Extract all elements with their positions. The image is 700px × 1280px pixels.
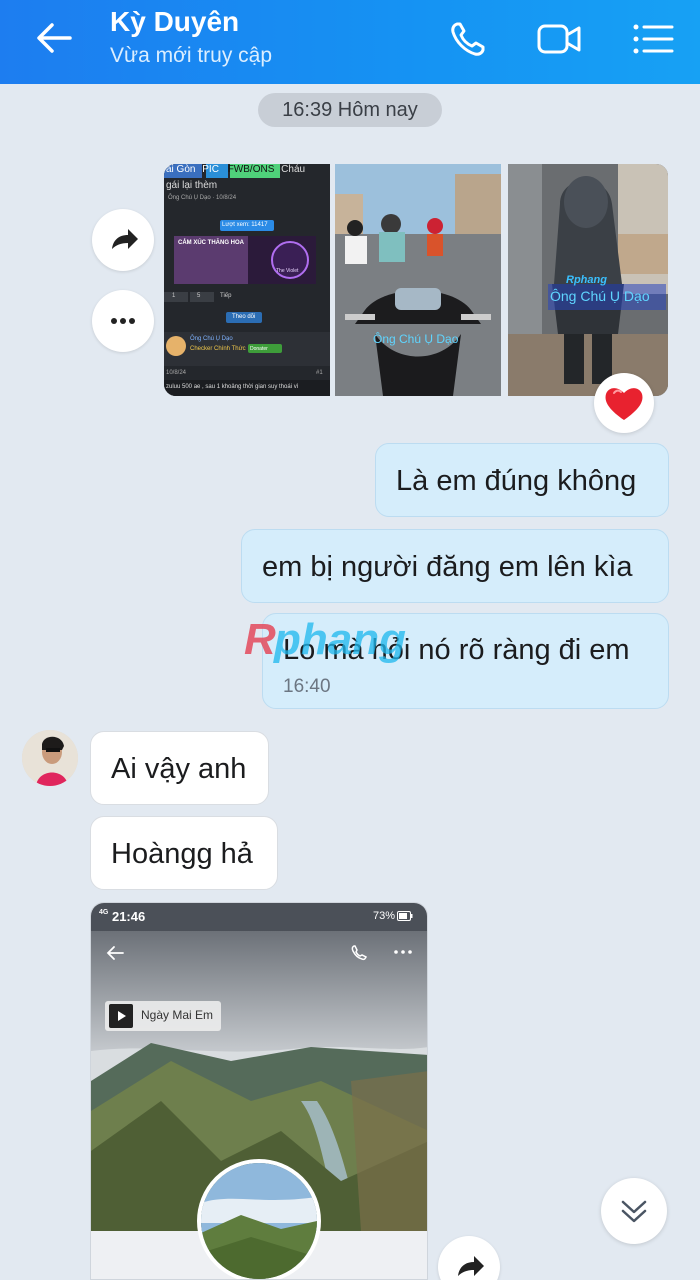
play-icon	[118, 1011, 126, 1021]
forum-page-1: 1	[172, 293, 176, 299]
forum-banner: CẢM XÚC THĂNG HOA	[178, 240, 244, 246]
chat-header: Kỳ Duyên Vừa mới truy cập	[0, 0, 700, 84]
photo3-watermark: Ông Chú Ụ Dạo	[550, 288, 650, 304]
battery-icon	[397, 911, 413, 921]
message-time: 16:40	[283, 676, 331, 697]
tag-4: Cháu	[281, 164, 306, 175]
music-thumbnail	[109, 1004, 133, 1028]
message-incoming[interactable]: Hoàngg hả	[90, 816, 278, 890]
avatar[interactable]	[22, 730, 78, 786]
phone-icon[interactable]	[446, 18, 492, 60]
share-icon	[458, 1256, 484, 1276]
photo-forum-screenshot[interactable]: ai Gòn PIC FWB/ONS Cháu gái lại thèm Ông…	[164, 164, 330, 396]
heart-icon	[605, 388, 643, 420]
forum-donate: Donater	[250, 346, 268, 352]
video-icon[interactable]	[536, 18, 582, 60]
forum-author: Ông Chú Ụ Dạo · 10/8/24	[168, 195, 237, 201]
forum-next: Tiếp	[220, 293, 232, 299]
rphang-watermark: R phang	[244, 610, 458, 666]
forum-snippet: zuluu 500 ae , sau 1 khoảng thời gian su…	[166, 384, 299, 390]
forum-page-5: 5	[197, 293, 201, 299]
svg-text:R: R	[244, 615, 276, 664]
music-label: Ngày Mai Em	[141, 1008, 214, 1022]
photo-hoodie[interactable]: Rphang Ông Chú Ụ Dạo	[508, 164, 668, 396]
forum-post-num: #1	[316, 370, 323, 376]
tag-3: FWB/ONS	[227, 164, 275, 175]
tag-2: PIC	[202, 164, 219, 175]
music-chip: Ngày Mai Em	[105, 1001, 221, 1031]
more-icon	[111, 318, 135, 324]
more-icon	[394, 950, 412, 954]
contact-name[interactable]: Kỳ Duyên	[110, 6, 239, 38]
back-arrow-icon	[106, 946, 124, 960]
message-incoming[interactable]: Ai vậy anh	[90, 731, 269, 805]
forum-badge: Checker Chính Thức	[190, 346, 246, 352]
message-outgoing[interactable]: em bị người đăng em lên kìa	[241, 529, 669, 603]
forward-button[interactable]	[92, 209, 154, 271]
more-options-button[interactable]	[92, 290, 154, 352]
back-arrow-icon[interactable]	[30, 16, 78, 60]
forward-button[interactable]	[438, 1236, 500, 1280]
forum-banner-brand: The Violet	[276, 268, 299, 274]
shared-screenshot[interactable]: Ngày Mai Em 4G 21:46 73%	[90, 902, 428, 1280]
tag-1: ai Gòn	[166, 164, 196, 175]
status-time: 4G 21:46	[99, 909, 145, 924]
forum-poster: Ông Chú Ụ Dạo	[190, 336, 233, 342]
profile-photo	[197, 1159, 321, 1279]
photo-group[interactable]: ai Gòn PIC FWB/ONS Cháu gái lại thèm Ông…	[164, 164, 668, 396]
chevron-double-down-icon	[621, 1200, 647, 1223]
message-outgoing[interactable]: Là em đúng không	[375, 443, 669, 517]
forum-line2: gái lại thèm	[166, 180, 218, 191]
presence-status: Vừa mới truy cập	[110, 44, 273, 67]
battery-level: 73%	[372, 910, 395, 922]
scroll-to-bottom-button[interactable]	[601, 1178, 667, 1244]
photo3-brand: Rphang	[566, 274, 607, 286]
phone-icon	[351, 945, 368, 961]
photo-motorbike[interactable]: Ông Chú Ụ Dạo	[335, 164, 501, 396]
share-icon	[112, 229, 138, 249]
status-bar: 4G 21:46 73%	[91, 903, 427, 931]
list-menu-icon[interactable]	[630, 18, 676, 60]
forum-follow: Theo dõi	[232, 314, 256, 320]
svg-text:phang: phang	[273, 615, 406, 664]
landscape-image: Ngày Mai Em	[91, 931, 427, 1279]
forum-date: 10/8/24	[166, 370, 187, 376]
photo2-watermark: Ông Chú Ụ Dạo	[373, 332, 459, 346]
time-divider: 16:39 Hôm nay	[258, 93, 442, 127]
status-clock: 21:46	[111, 909, 146, 924]
heart-reaction[interactable]	[594, 373, 654, 433]
forum-views: Lượt xem: 11417	[222, 222, 268, 228]
status-signal: 4G	[99, 909, 109, 916]
